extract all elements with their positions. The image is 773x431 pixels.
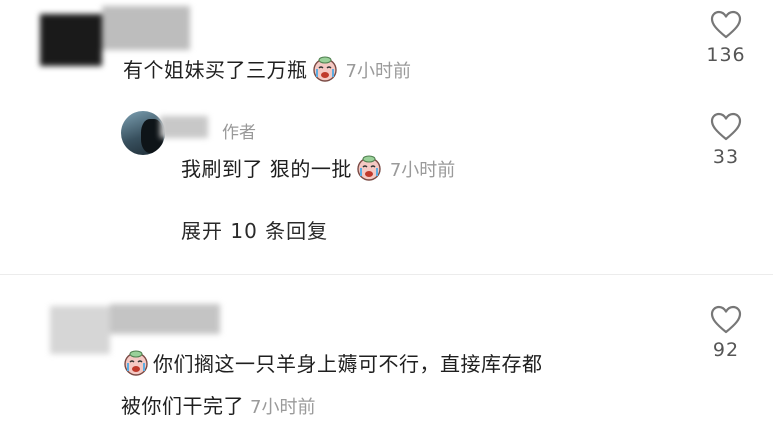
- crying-face-emoji: [357, 155, 381, 181]
- crying-face-emoji: [124, 350, 148, 376]
- reply-time: 7小时前: [389, 160, 456, 181]
- comment-text: 有个姐妹买了三万瓶 7小时前: [123, 55, 411, 86]
- reply-text: 我刷到了 狠的一批 7小时前: [181, 154, 455, 185]
- avatar[interactable]: [121, 111, 165, 155]
- expand-replies-link[interactable]: 展开 10 条回复: [181, 215, 328, 244]
- like-count: 33: [712, 146, 740, 168]
- comment-text-continued: 被你们干完了 7小时前: [121, 394, 316, 418]
- heart-icon: [710, 10, 742, 39]
- heart-icon: [710, 112, 742, 141]
- author-tag: 作者: [222, 123, 256, 143]
- comment-time: 7小时前: [250, 397, 316, 418]
- comment-text: 你们搁这一只羊身上薅可不行，直接库存都: [121, 349, 543, 378]
- like-count: 92: [712, 339, 740, 361]
- heart-icon: [710, 305, 742, 334]
- divider: [0, 274, 773, 275]
- comment-time: 7小时前: [345, 61, 411, 82]
- like-button[interactable]: 33: [701, 112, 751, 168]
- like-button[interactable]: 92: [701, 305, 751, 361]
- like-count: 136: [706, 44, 746, 66]
- crying-face-emoji: [312, 56, 337, 82]
- like-button[interactable]: 136: [701, 10, 751, 66]
- username-redacted: [160, 114, 210, 140]
